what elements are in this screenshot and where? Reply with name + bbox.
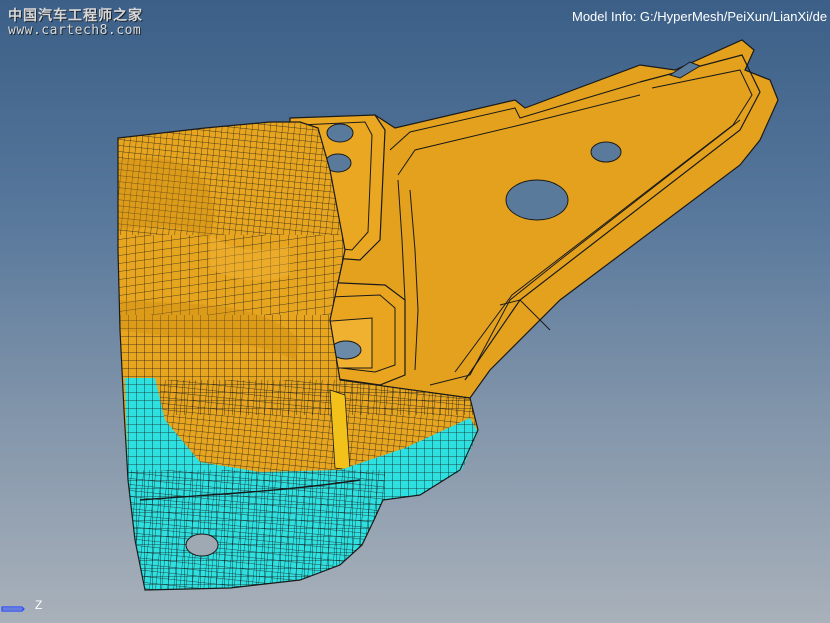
model-scene[interactable] — [0, 0, 830, 623]
triad-z-label: Z — [35, 598, 43, 612]
model-info-label: Model Info: G:/HyperMesh/PeiXun/LianXi/d… — [572, 9, 828, 24]
graphics-viewport[interactable]: 中国汽车工程师之家 www.cartech8.com Model Info: G… — [0, 0, 830, 623]
axis-triad-icon — [1, 606, 25, 612]
orange-bracket-part[interactable] — [289, 39, 779, 399]
